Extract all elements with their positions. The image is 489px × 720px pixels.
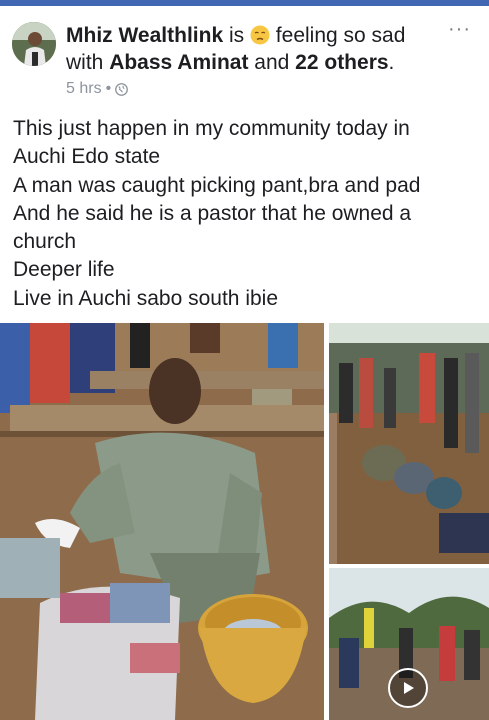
feeling-text: feeling so sad	[269, 24, 406, 47]
author-avatar[interactable]	[12, 22, 56, 66]
author-name[interactable]: Mhiz Wealthlink	[66, 24, 223, 47]
post-line: Deeper life	[13, 258, 115, 282]
post-header: Mhiz Wealthlink is feeling so sad with A…	[66, 22, 436, 76]
more-options-icon[interactable]: ···	[448, 18, 471, 41]
and-text: and	[248, 51, 296, 74]
with-text: with	[66, 51, 110, 74]
play-icon[interactable]	[388, 668, 428, 708]
timestamp[interactable]: 5 hrs	[66, 80, 102, 98]
globe-icon	[115, 82, 129, 96]
post-line: A man was caught picking pant,bra and pa…	[13, 173, 421, 197]
meta-separator: •	[105, 80, 112, 97]
post-line: And he said he is a pastor that he owned…	[13, 201, 412, 225]
tagged-user-link[interactable]: Abass Aminat	[109, 51, 248, 74]
post-line: Auchi Edo state	[13, 145, 161, 169]
sad-face-emoji-icon	[250, 25, 270, 45]
post-line: Live in Auchi sabo south ibie	[13, 286, 279, 310]
is-text: is	[223, 24, 250, 47]
others-link[interactable]: 22 others	[295, 51, 388, 74]
post-line: This just happen in my community today i…	[13, 117, 410, 140]
post-text: This just happen in my community today i…	[13, 115, 479, 313]
header-period: .	[388, 51, 395, 74]
post-photo-main[interactable]	[0, 323, 324, 720]
post-line: church	[13, 230, 77, 254]
top-app-bar	[0, 0, 489, 6]
post-photo-crowd[interactable]	[329, 323, 489, 564]
post-meta: 5 hrs •	[66, 80, 129, 98]
